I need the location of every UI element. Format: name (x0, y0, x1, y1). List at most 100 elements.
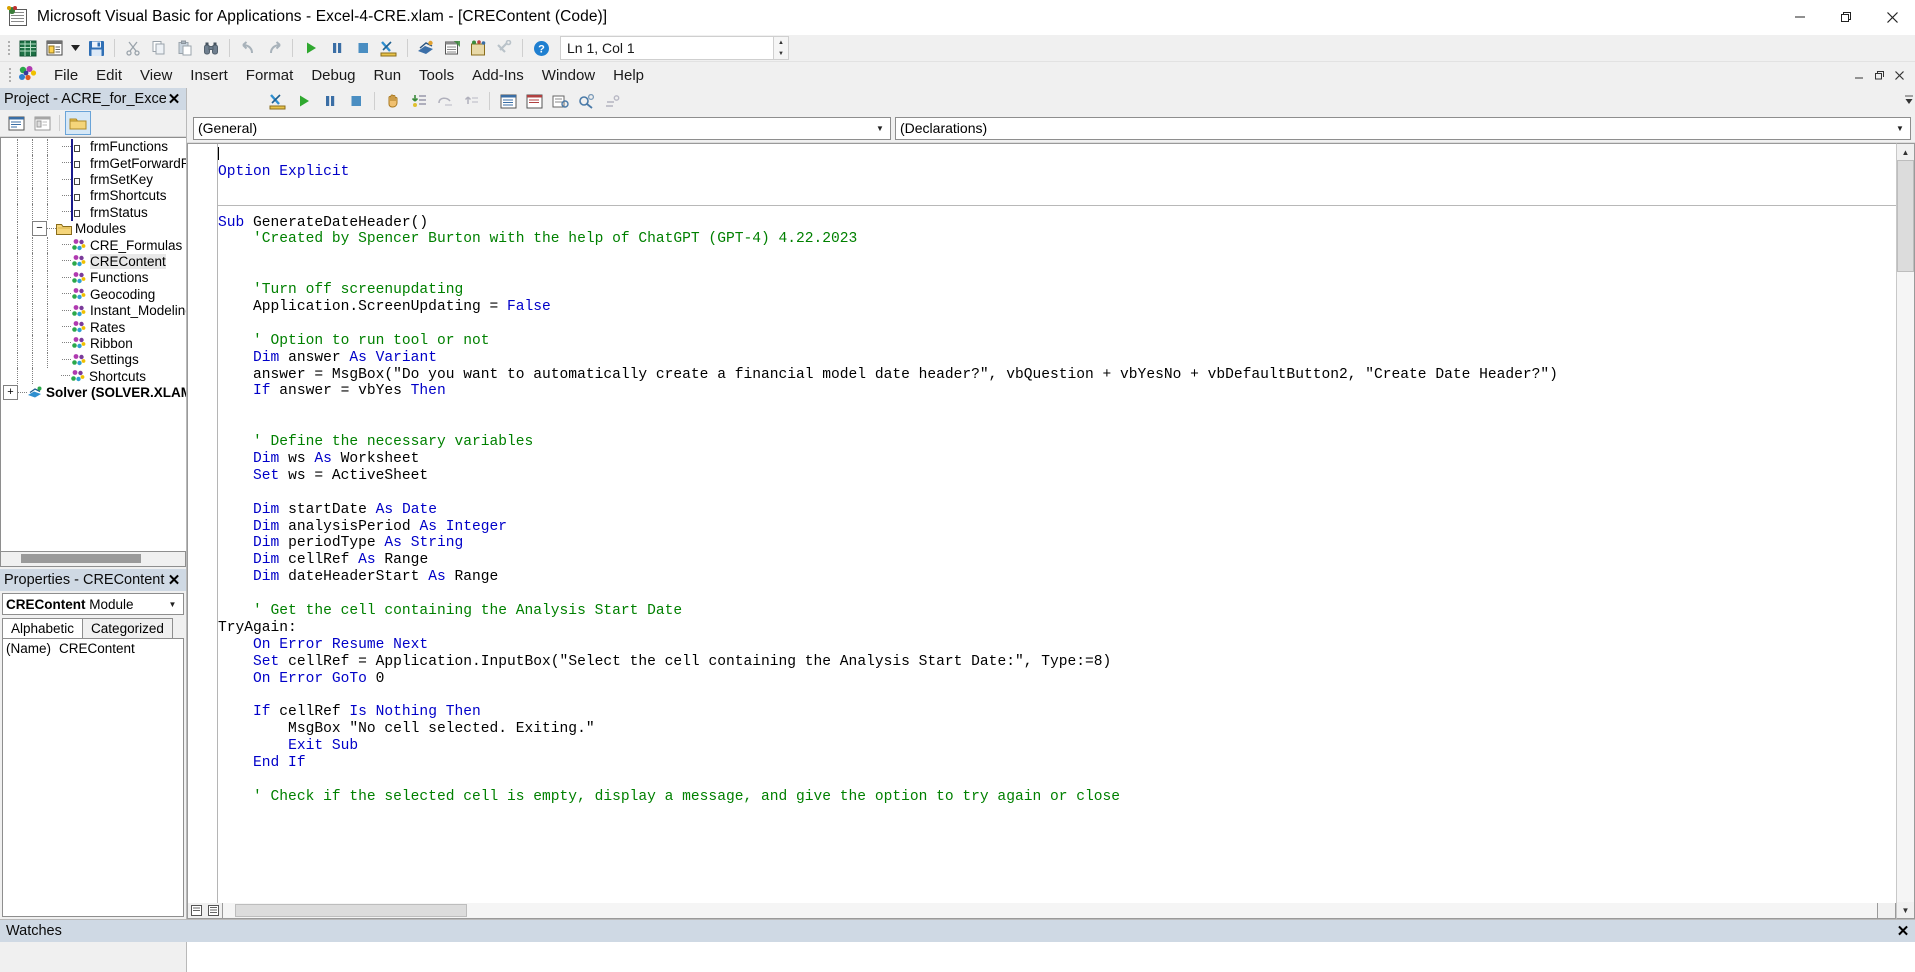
chevron-down-icon[interactable] (67, 36, 83, 60)
tree-item-functions[interactable]: Functions (1, 270, 186, 286)
toolbar-overflow-icon[interactable] (1903, 89, 1915, 113)
procedure-dropdown[interactable]: (Declarations) ▼ (895, 117, 1911, 140)
watches-content[interactable] (187, 942, 1915, 972)
minimize-button[interactable] (1777, 0, 1823, 34)
chevron-down-icon[interactable]: ▼ (165, 596, 180, 613)
design-mode-icon[interactable] (265, 89, 291, 113)
properties-grid[interactable]: (Name) CREContent (2, 638, 184, 917)
chevron-down-icon[interactable]: ▼ (872, 119, 888, 138)
tree-item-frmfunctions[interactable]: frmFunctions (1, 139, 186, 155)
mdi-minimize-button[interactable] (1849, 62, 1869, 88)
play-icon[interactable] (298, 36, 324, 60)
tab-categorized[interactable]: Categorized (82, 618, 173, 638)
toolbar-grip[interactable] (4, 38, 13, 58)
close-button[interactable] (1869, 0, 1915, 34)
scrollbar-thumb[interactable] (21, 554, 141, 563)
step-over-icon[interactable] (432, 89, 458, 113)
menu-format[interactable]: Format (237, 64, 303, 87)
code-vertical-scrollbar[interactable]: ▲ ▼ (1896, 143, 1915, 919)
property-row-name[interactable]: (Name) CREContent (3, 639, 183, 658)
tab-alphabetic[interactable]: Alphabetic (2, 618, 83, 638)
tree-item-settings[interactable]: Settings (1, 352, 186, 368)
tree-item-solver-project[interactable]: + Solver (SOLVER.XLAM) (1, 384, 186, 400)
hand-icon[interactable] (380, 89, 406, 113)
paste-icon[interactable] (172, 36, 198, 60)
folder-icon[interactable] (65, 111, 91, 135)
tree-expander-collapse-icon[interactable]: − (32, 221, 47, 236)
scroll-down-icon[interactable]: ▼ (1897, 902, 1914, 918)
tree-item-frmstatus[interactable]: frmStatus (1, 204, 186, 220)
mdi-close-button[interactable] (1889, 62, 1909, 88)
menu-view[interactable]: View (131, 64, 181, 87)
immediate-window-icon[interactable] (521, 89, 547, 113)
view-object-icon[interactable] (30, 112, 54, 134)
watches-close-icon[interactable]: ✕ (1895, 923, 1911, 939)
pause-icon[interactable] (317, 89, 343, 113)
menu-edit[interactable]: Edit (87, 64, 131, 87)
copy-icon[interactable] (146, 36, 172, 60)
view-code-icon[interactable] (4, 112, 28, 134)
object-dropdown[interactable]: (General) ▼ (193, 117, 891, 140)
full-module-view-icon[interactable] (205, 903, 222, 918)
breakpoint-margin[interactable] (188, 144, 218, 903)
chevron-down-icon[interactable]: ▼ (1892, 119, 1908, 138)
insert-object-icon[interactable] (41, 36, 67, 60)
procedure-view-icon[interactable] (188, 903, 205, 918)
call-stack-icon[interactable] (599, 89, 625, 113)
tree-item-frmgetforwardra[interactable]: frmGetForwardRa (1, 155, 186, 171)
help-icon[interactable]: ? (528, 36, 554, 60)
locals-window-icon[interactable] (495, 89, 521, 113)
design-mode-icon[interactable] (376, 36, 402, 60)
watch-window-icon[interactable] (547, 89, 573, 113)
menu-insert[interactable]: Insert (181, 64, 237, 87)
scissors-icon[interactable] (120, 36, 146, 60)
scrollbar-thumb[interactable] (235, 904, 467, 917)
code-horizontal-scrollbar[interactable] (223, 903, 1878, 919)
tree-item-cre-formulas[interactable]: CRE_Formulas (1, 237, 186, 253)
tree-item-ribbon[interactable]: Ribbon (1, 335, 186, 351)
menu-addins[interactable]: Add-Ins (463, 64, 533, 87)
menubar-grip[interactable] (5, 65, 14, 85)
property-value[interactable]: CREContent (56, 641, 183, 656)
scroll-up-icon[interactable]: ▲ (1897, 144, 1914, 160)
properties-object-combo[interactable]: CREContent Module ▼ (2, 593, 184, 615)
undo-arrow-icon[interactable] (235, 36, 261, 60)
toolbox-icon[interactable] (491, 36, 517, 60)
restore-button[interactable] (1823, 0, 1869, 34)
position-spinner[interactable]: ▲▼ (774, 36, 789, 60)
scrollbar-track[interactable] (1897, 160, 1914, 902)
step-out-icon[interactable] (458, 89, 484, 113)
project-tree[interactable]: frmFunctions frmGetForwardRa frm (0, 137, 186, 552)
step-into-icon[interactable] (406, 89, 432, 113)
project-explorer-icon[interactable] (413, 36, 439, 60)
tree-item-shortcuts[interactable]: Shortcuts (1, 368, 186, 384)
project-explorer-close-icon[interactable]: ✕ (166, 91, 182, 107)
tree-item-rates[interactable]: Rates (1, 319, 186, 335)
tree-expander-expand-icon[interactable]: + (3, 385, 18, 400)
properties-window-icon[interactable] (439, 36, 465, 60)
tree-item-frmsetkey[interactable]: frmSetKey (1, 171, 186, 187)
tree-item-instant-modeling[interactable]: Instant_Modeling_ (1, 302, 186, 318)
properties-close-icon[interactable]: ✕ (166, 572, 182, 588)
menu-window[interactable]: Window (533, 64, 604, 87)
object-browser-icon[interactable] (465, 36, 491, 60)
tree-item-modules[interactable]: − Modules (1, 221, 186, 237)
menu-run[interactable]: Run (365, 64, 411, 87)
play-icon[interactable] (291, 89, 317, 113)
quick-watch-icon[interactable] (573, 89, 599, 113)
redo-arrow-icon[interactable] (261, 36, 287, 60)
menu-debug[interactable]: Debug (302, 64, 364, 87)
excel-icon[interactable] (15, 36, 41, 60)
project-tree-horizontal-scrollbar[interactable] (0, 552, 186, 567)
stop-icon[interactable] (350, 36, 376, 60)
code-editor[interactable]: Option ExplicitSub GenerateDateHeader() … (187, 143, 1896, 903)
scrollbar-thumb[interactable] (1897, 160, 1914, 272)
menu-help[interactable]: Help (604, 64, 653, 87)
menu-file[interactable]: File (45, 64, 87, 87)
menu-tools[interactable]: Tools (410, 64, 463, 87)
tree-item-geocoding[interactable]: Geocoding (1, 286, 186, 302)
tree-item-frmshortcuts[interactable]: frmShortcuts (1, 188, 186, 204)
code-text[interactable]: Option ExplicitSub GenerateDateHeader() … (218, 144, 1896, 903)
stop-icon[interactable] (343, 89, 369, 113)
save-icon[interactable] (83, 36, 109, 60)
